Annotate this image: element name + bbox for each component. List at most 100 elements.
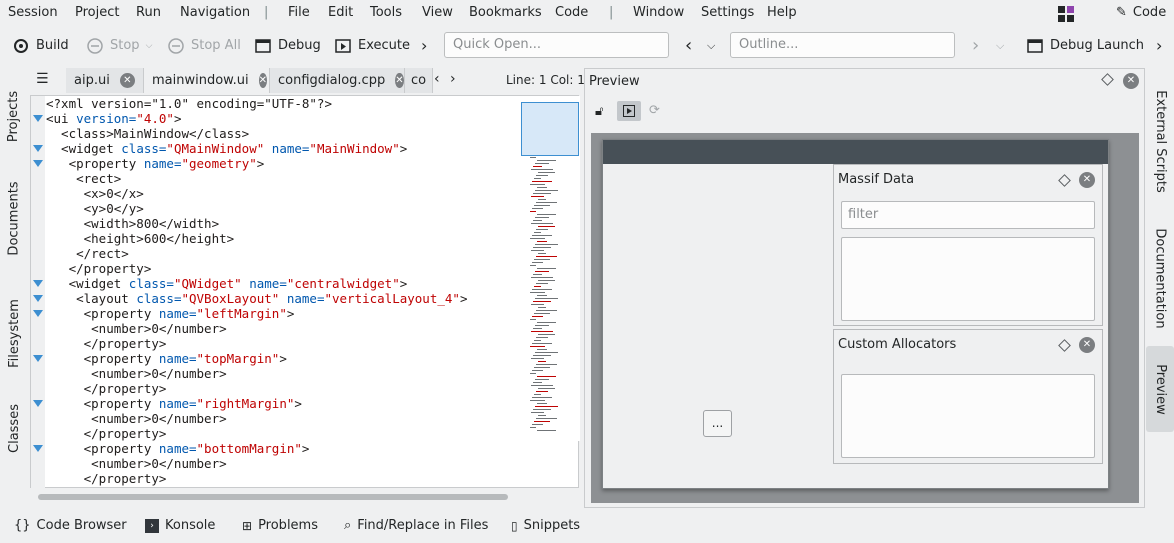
massif-list[interactable] [841, 237, 1095, 321]
fold-toggle-icon[interactable] [33, 280, 43, 287]
minimap-line [532, 397, 552, 398]
minimap-line [531, 385, 553, 386]
fold-toggle-icon[interactable] [33, 445, 43, 452]
tabs-scroll-left-icon[interactable]: ‹ [434, 71, 440, 87]
fold-toggle-icon[interactable] [33, 115, 43, 122]
menu-edit[interactable]: Edit [328, 5, 353, 20]
area-grid-icon[interactable] [1058, 6, 1074, 22]
outline-input[interactable]: Outline... [730, 32, 955, 58]
minimap-line [531, 277, 553, 278]
debug-launch-button[interactable]: Debug Launch [1026, 29, 1144, 62]
menu-project[interactable]: Project [75, 5, 119, 20]
fold-toggle-icon[interactable] [33, 355, 43, 362]
menu-tools[interactable]: Tools [370, 5, 402, 20]
horizontal-scrollbar[interactable] [38, 494, 508, 500]
tab-truncated[interactable]: co [405, 68, 433, 93]
minimap-line [535, 352, 558, 353]
tab-list-icon[interactable]: ☰ [36, 71, 49, 87]
custom-allocators-dock: Custom Allocators ✕ [833, 329, 1103, 464]
minimap-viewport[interactable] [521, 102, 579, 156]
tool-classes[interactable]: Classes [0, 393, 28, 463]
close-icon[interactable]: ✕ [1123, 73, 1139, 89]
menu-session[interactable]: Session [8, 5, 58, 20]
tool-filesystem[interactable]: Filesystem [0, 283, 28, 383]
back-arrow-icon[interactable]: ‹ [685, 29, 692, 62]
menu-window[interactable]: Window [633, 5, 684, 20]
close-icon[interactable]: ✕ [1079, 337, 1095, 353]
close-icon[interactable]: ✕ [1079, 172, 1095, 188]
tool-projects[interactable]: Projects [0, 76, 28, 156]
tool-preview[interactable]: Preview [1146, 346, 1174, 432]
chevron-right-icon[interactable]: › [421, 29, 427, 62]
menu-navigation[interactable]: Navigation [180, 5, 250, 20]
minimap-line [532, 208, 543, 209]
minimap-line [536, 337, 548, 338]
forward-arrow-icon[interactable]: › [972, 29, 979, 62]
menu-settings[interactable]: Settings [701, 5, 754, 20]
tool-documentation[interactable]: Documentation [1146, 218, 1174, 338]
code-text[interactable]: <?xml version="1.0" encoding="UTF-8"?> <u… [46, 96, 520, 489]
quick-open-input[interactable]: Quick Open... [444, 32, 669, 58]
minimap-line [537, 214, 556, 215]
close-icon[interactable]: ✕ [395, 73, 404, 88]
code-area-button[interactable]: ✎ Code [1116, 5, 1166, 20]
tool-konsole[interactable]: › Konsole [145, 518, 215, 533]
tool-snippets[interactable]: ▯ Snippets [511, 518, 580, 533]
tool-external-scripts[interactable]: External Scripts [1146, 76, 1174, 206]
code-line: <?xml version="1.0" encoding="UTF-8"?> [46, 96, 332, 111]
tool-problems[interactable]: ⊞ Problems [242, 518, 318, 533]
debug-button[interactable]: Debug [254, 29, 321, 62]
filter-input[interactable]: filter [841, 201, 1095, 229]
ellipsis-button[interactable]: ... [703, 410, 732, 437]
minimap-line [535, 406, 558, 407]
minimap-line [535, 298, 558, 299]
fold-toggle-icon[interactable] [33, 145, 43, 152]
pin-icon[interactable] [1058, 173, 1071, 187]
menu-file[interactable]: File [288, 5, 310, 20]
tool-code-browser[interactable]: {} Code Browser [14, 518, 127, 533]
code-editor[interactable]: <?xml version="1.0" encoding="UTF-8"?> <u… [30, 95, 580, 489]
right-tool-bar: External Scripts Documentation Preview [1146, 68, 1174, 508]
menu-run[interactable]: Run [136, 5, 161, 20]
execute-button[interactable]: Execute [334, 29, 410, 62]
menu-code[interactable]: Code [555, 5, 588, 20]
pin-icon[interactable] [1058, 338, 1071, 352]
minimap-line [533, 409, 551, 410]
fold-toggle-icon[interactable] [33, 310, 43, 317]
minimap-line [531, 223, 553, 224]
close-icon[interactable]: ✕ [119, 73, 135, 88]
minimap-line [530, 346, 545, 347]
chevron-down-icon[interactable]: ⌵ [996, 29, 1004, 62]
fold-toggle-icon[interactable] [33, 160, 43, 167]
massif-data-dock: Massif Data ✕ filter [833, 164, 1103, 326]
chevron-right-icon[interactable]: › [1156, 29, 1162, 62]
minimap-line [536, 202, 557, 203]
chevron-down-icon[interactable]: ⌵ [707, 29, 715, 62]
refresh-icon[interactable]: ⟳ [649, 103, 660, 118]
minimap-line [537, 268, 556, 269]
minimap-line [532, 424, 543, 425]
close-icon[interactable]: ✕ [258, 73, 267, 88]
code-line: <number>0</number> [46, 456, 227, 471]
build-button[interactable]: Build [12, 29, 69, 62]
menu-bookmarks[interactable]: Bookmarks [469, 5, 542, 20]
fold-toggle-icon[interactable] [33, 295, 43, 302]
run-preview-icon[interactable] [617, 101, 641, 121]
tool-documents[interactable]: Documents [0, 168, 28, 268]
allocators-list[interactable] [841, 374, 1095, 458]
menu-help[interactable]: Help [767, 5, 797, 20]
stop-all-button[interactable]: Stop All [167, 29, 241, 62]
fold-toggle-icon[interactable] [33, 400, 43, 407]
tab-aip-ui[interactable]: aip.ui ✕ [66, 68, 144, 93]
tab-configdialog-cpp[interactable]: configdialog.cpp ✕ [270, 68, 405, 93]
tool-find-replace[interactable]: ⌕ Find/Replace in Files [344, 518, 488, 533]
tabs-scroll-right-icon[interactable]: › [450, 71, 456, 87]
minimap-line [538, 280, 555, 281]
pin-icon[interactable] [1101, 73, 1114, 86]
tab-mainwindow-ui[interactable]: mainwindow.ui ✕ [144, 68, 270, 93]
minimap-line [533, 166, 542, 167]
stop-button[interactable]: Stop ⌵ [86, 29, 152, 62]
menu-view[interactable]: View [422, 5, 453, 20]
lock-icon[interactable]: 🔓︎ [595, 104, 603, 119]
minimap-line [530, 265, 536, 266]
